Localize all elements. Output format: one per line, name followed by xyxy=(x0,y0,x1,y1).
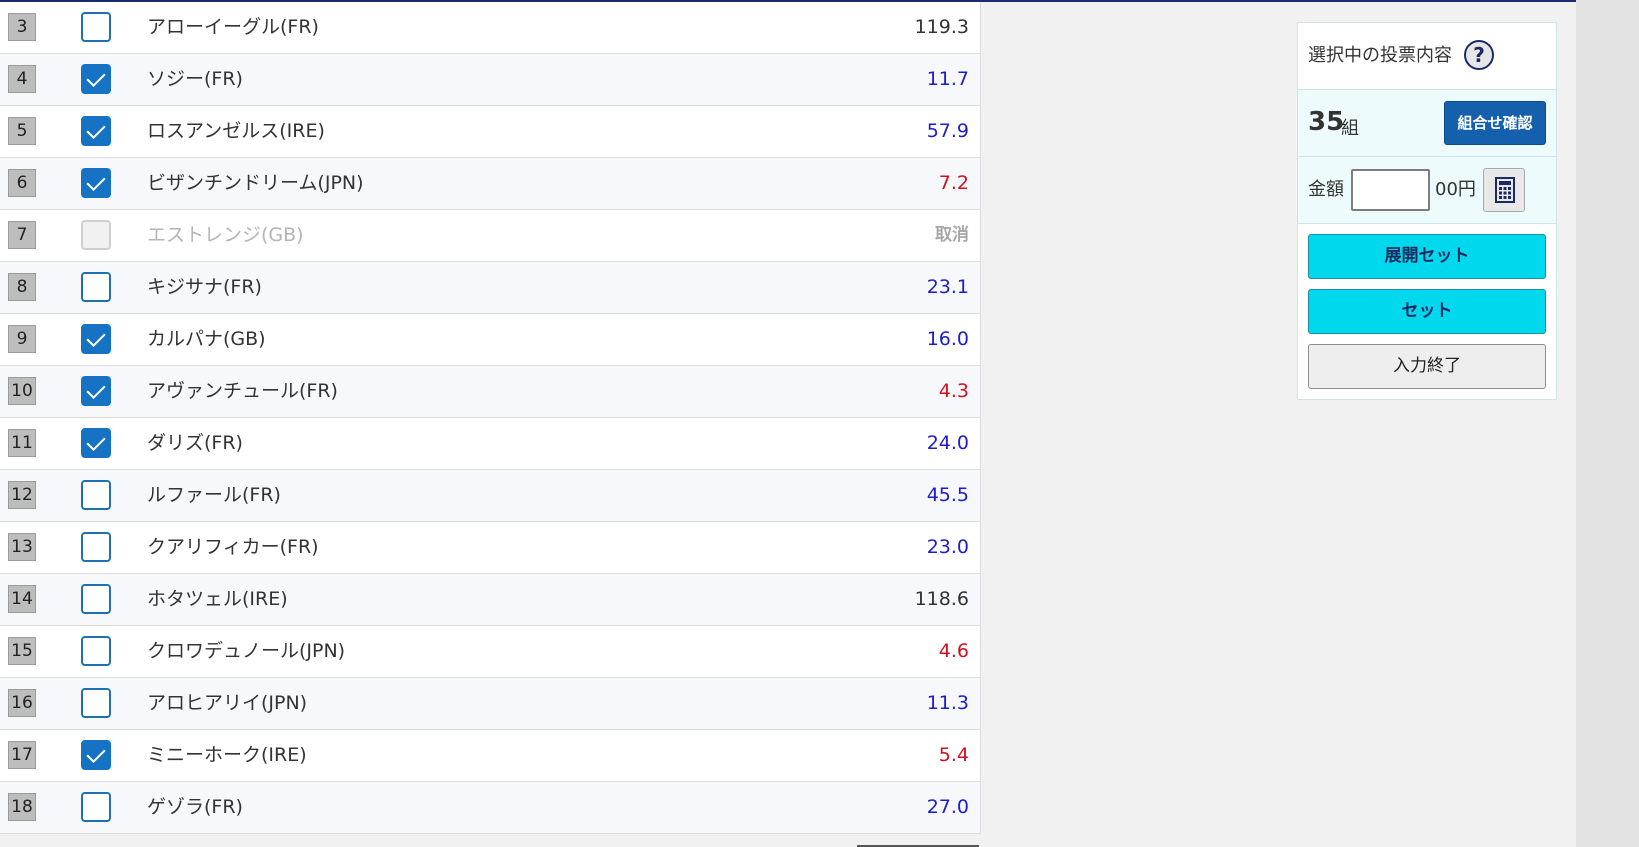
horse-number-badge: 15 xyxy=(8,637,36,665)
horse-checkbox[interactable] xyxy=(81,64,111,94)
horse-number-badge: 6 xyxy=(8,169,36,197)
horse-row[interactable]: 17 ミニーホーク(IRE) 5.4 xyxy=(0,730,980,782)
horse-odds: 7.2 xyxy=(938,172,969,194)
horse-name: ソジー(FR) xyxy=(147,68,243,90)
horse-odds: 27.0 xyxy=(926,796,969,818)
horse-number-badge: 8 xyxy=(8,273,36,301)
horse-checkbox[interactable] xyxy=(81,532,111,562)
horse-number-badge: 18 xyxy=(8,793,36,821)
horse-checkbox[interactable] xyxy=(81,272,111,302)
calculator-button[interactable] xyxy=(1483,168,1525,212)
horse-odds: 11.3 xyxy=(926,692,969,714)
horse-name: エストレンジ(GB) xyxy=(147,224,304,246)
horse-checkbox[interactable] xyxy=(81,116,111,146)
horse-checkbox[interactable] xyxy=(81,168,111,198)
horse-name: ロスアンゼルス(IRE) xyxy=(147,120,325,142)
horse-name: クロワデュノール(JPN) xyxy=(147,640,346,662)
horse-name: ホタツェル(IRE) xyxy=(147,588,288,610)
expand-set-button[interactable]: 展開セット xyxy=(1308,234,1546,279)
horse-checkbox[interactable] xyxy=(81,324,111,354)
combination-count: 35 xyxy=(1308,107,1345,137)
horse-row[interactable]: 16 アロヒアリイ(JPN) 11.3 xyxy=(0,678,980,730)
horse-row[interactable]: 18 ゲゾラ(FR) 27.0 xyxy=(0,782,980,834)
horse-number-badge: 5 xyxy=(8,117,36,145)
horse-row[interactable]: 11 ダリズ(FR) 24.0 xyxy=(0,418,980,470)
horse-number-badge: 11 xyxy=(8,429,36,457)
horse-name: アロヒアリイ(JPN) xyxy=(147,692,308,714)
horse-number-badge: 12 xyxy=(8,481,36,509)
confirm-combinations-button[interactable]: 組合せ確認 xyxy=(1444,101,1546,145)
horse-row[interactable]: 15 クロワデュノール(JPN) 4.6 xyxy=(0,626,980,678)
horse-odds: 118.6 xyxy=(914,588,969,610)
horse-row[interactable]: 4 ソジー(FR) 11.7 xyxy=(0,54,980,106)
horse-number-badge: 4 xyxy=(8,65,36,93)
horse-name: ミニーホーク(IRE) xyxy=(147,744,307,766)
horse-odds: 24.0 xyxy=(926,432,969,454)
horse-selection-table: 3 アローイーグル(FR) 119.3 4 ソジー(FR) 11.7 5 ロスアンゼルス(IR… xyxy=(0,2,981,834)
combination-count-row: 35 組 組合せ確認 xyxy=(1298,90,1556,157)
horse-odds: 45.5 xyxy=(926,484,969,506)
horse-checkbox[interactable] xyxy=(81,792,111,822)
page-margin-strip xyxy=(1576,0,1639,847)
horse-checkbox[interactable] xyxy=(81,376,111,406)
horse-checkbox[interactable] xyxy=(81,584,111,614)
finish-input-button[interactable]: 入力終了 xyxy=(1308,344,1546,389)
horse-row[interactable]: 8 キジサナ(FR) 23.1 xyxy=(0,262,980,314)
horse-name: ビザンチンドリーム(JPN) xyxy=(147,172,364,194)
horse-name: アローイーグル(FR) xyxy=(147,16,319,38)
question-icon[interactable]: ? xyxy=(1464,40,1494,70)
vote-summary-panel: 選択中の投票内容 ? 35 組 組合せ確認 金額 00円 展開セット セット 入… xyxy=(1297,22,1557,400)
amount-unit: 00円 xyxy=(1435,179,1476,200)
horse-name: ゲゾラ(FR) xyxy=(147,796,243,818)
horse-name: ルファール(FR) xyxy=(147,484,281,506)
horse-row[interactable]: 14 ホタツェル(IRE) 118.6 xyxy=(0,574,980,626)
combination-unit: 組 xyxy=(1341,118,1359,139)
panel-title: 選択中の投票内容 xyxy=(1308,45,1452,66)
horse-checkbox xyxy=(81,220,111,250)
horse-checkbox[interactable] xyxy=(81,740,111,770)
horse-odds: 119.3 xyxy=(914,16,969,38)
horse-number-badge: 9 xyxy=(8,325,36,353)
horse-checkbox[interactable] xyxy=(81,688,111,718)
horse-name: クアリフィカー(FR) xyxy=(147,536,319,558)
horse-row[interactable]: 13 クアリフィカー(FR) 23.0 xyxy=(0,522,980,574)
horse-odds: 5.4 xyxy=(938,744,969,766)
horse-number-badge: 7 xyxy=(8,221,36,249)
panel-header: 選択中の投票内容 ? xyxy=(1298,23,1556,90)
horse-name: ダリズ(FR) xyxy=(147,432,243,454)
horse-checkbox[interactable] xyxy=(81,636,111,666)
horse-number-badge: 10 xyxy=(8,377,36,405)
horse-row[interactable]: 6 ビザンチンドリーム(JPN) 7.2 xyxy=(0,158,980,210)
horse-number-badge: 17 xyxy=(8,741,36,769)
amount-label: 金額 xyxy=(1308,179,1344,200)
horse-name: カルパナ(GB) xyxy=(147,328,266,350)
amount-row: 金額 00円 xyxy=(1298,157,1556,224)
horse-odds: 4.6 xyxy=(938,640,969,662)
horse-name: キジサナ(FR) xyxy=(147,276,262,298)
horse-row[interactable]: 12 ルファール(FR) 45.5 xyxy=(0,470,980,522)
horse-row[interactable]: 7 エストレンジ(GB) 取消 xyxy=(0,210,980,262)
horse-checkbox[interactable] xyxy=(81,12,111,42)
horse-row[interactable]: 5 ロスアンゼルス(IRE) 57.9 xyxy=(0,106,980,158)
horse-odds: 23.1 xyxy=(926,276,969,298)
calculator-icon xyxy=(1495,177,1515,203)
horse-number-badge: 16 xyxy=(8,689,36,717)
horse-odds: 4.3 xyxy=(938,380,969,402)
amount-input[interactable] xyxy=(1351,169,1430,211)
set-button[interactable]: セット xyxy=(1308,289,1546,334)
horse-number-badge: 3 xyxy=(8,13,36,41)
horse-name: アヴァンチュール(FR) xyxy=(147,380,338,402)
horse-row[interactable]: 3 アローイーグル(FR) 119.3 xyxy=(0,2,980,54)
horse-odds: 57.9 xyxy=(926,120,969,142)
horse-row[interactable]: 10 アヴァンチュール(FR) 4.3 xyxy=(0,366,980,418)
horse-number-badge: 13 xyxy=(8,533,36,561)
horse-odds: 23.0 xyxy=(926,536,969,558)
horse-odds: 16.0 xyxy=(926,328,969,350)
horse-row[interactable]: 9 カルパナ(GB) 16.0 xyxy=(0,314,980,366)
horse-checkbox[interactable] xyxy=(81,480,111,510)
horse-odds: 11.7 xyxy=(926,68,969,90)
horse-odds: 取消 xyxy=(935,225,969,245)
horse-number-badge: 14 xyxy=(8,585,36,613)
horse-checkbox[interactable] xyxy=(81,428,111,458)
